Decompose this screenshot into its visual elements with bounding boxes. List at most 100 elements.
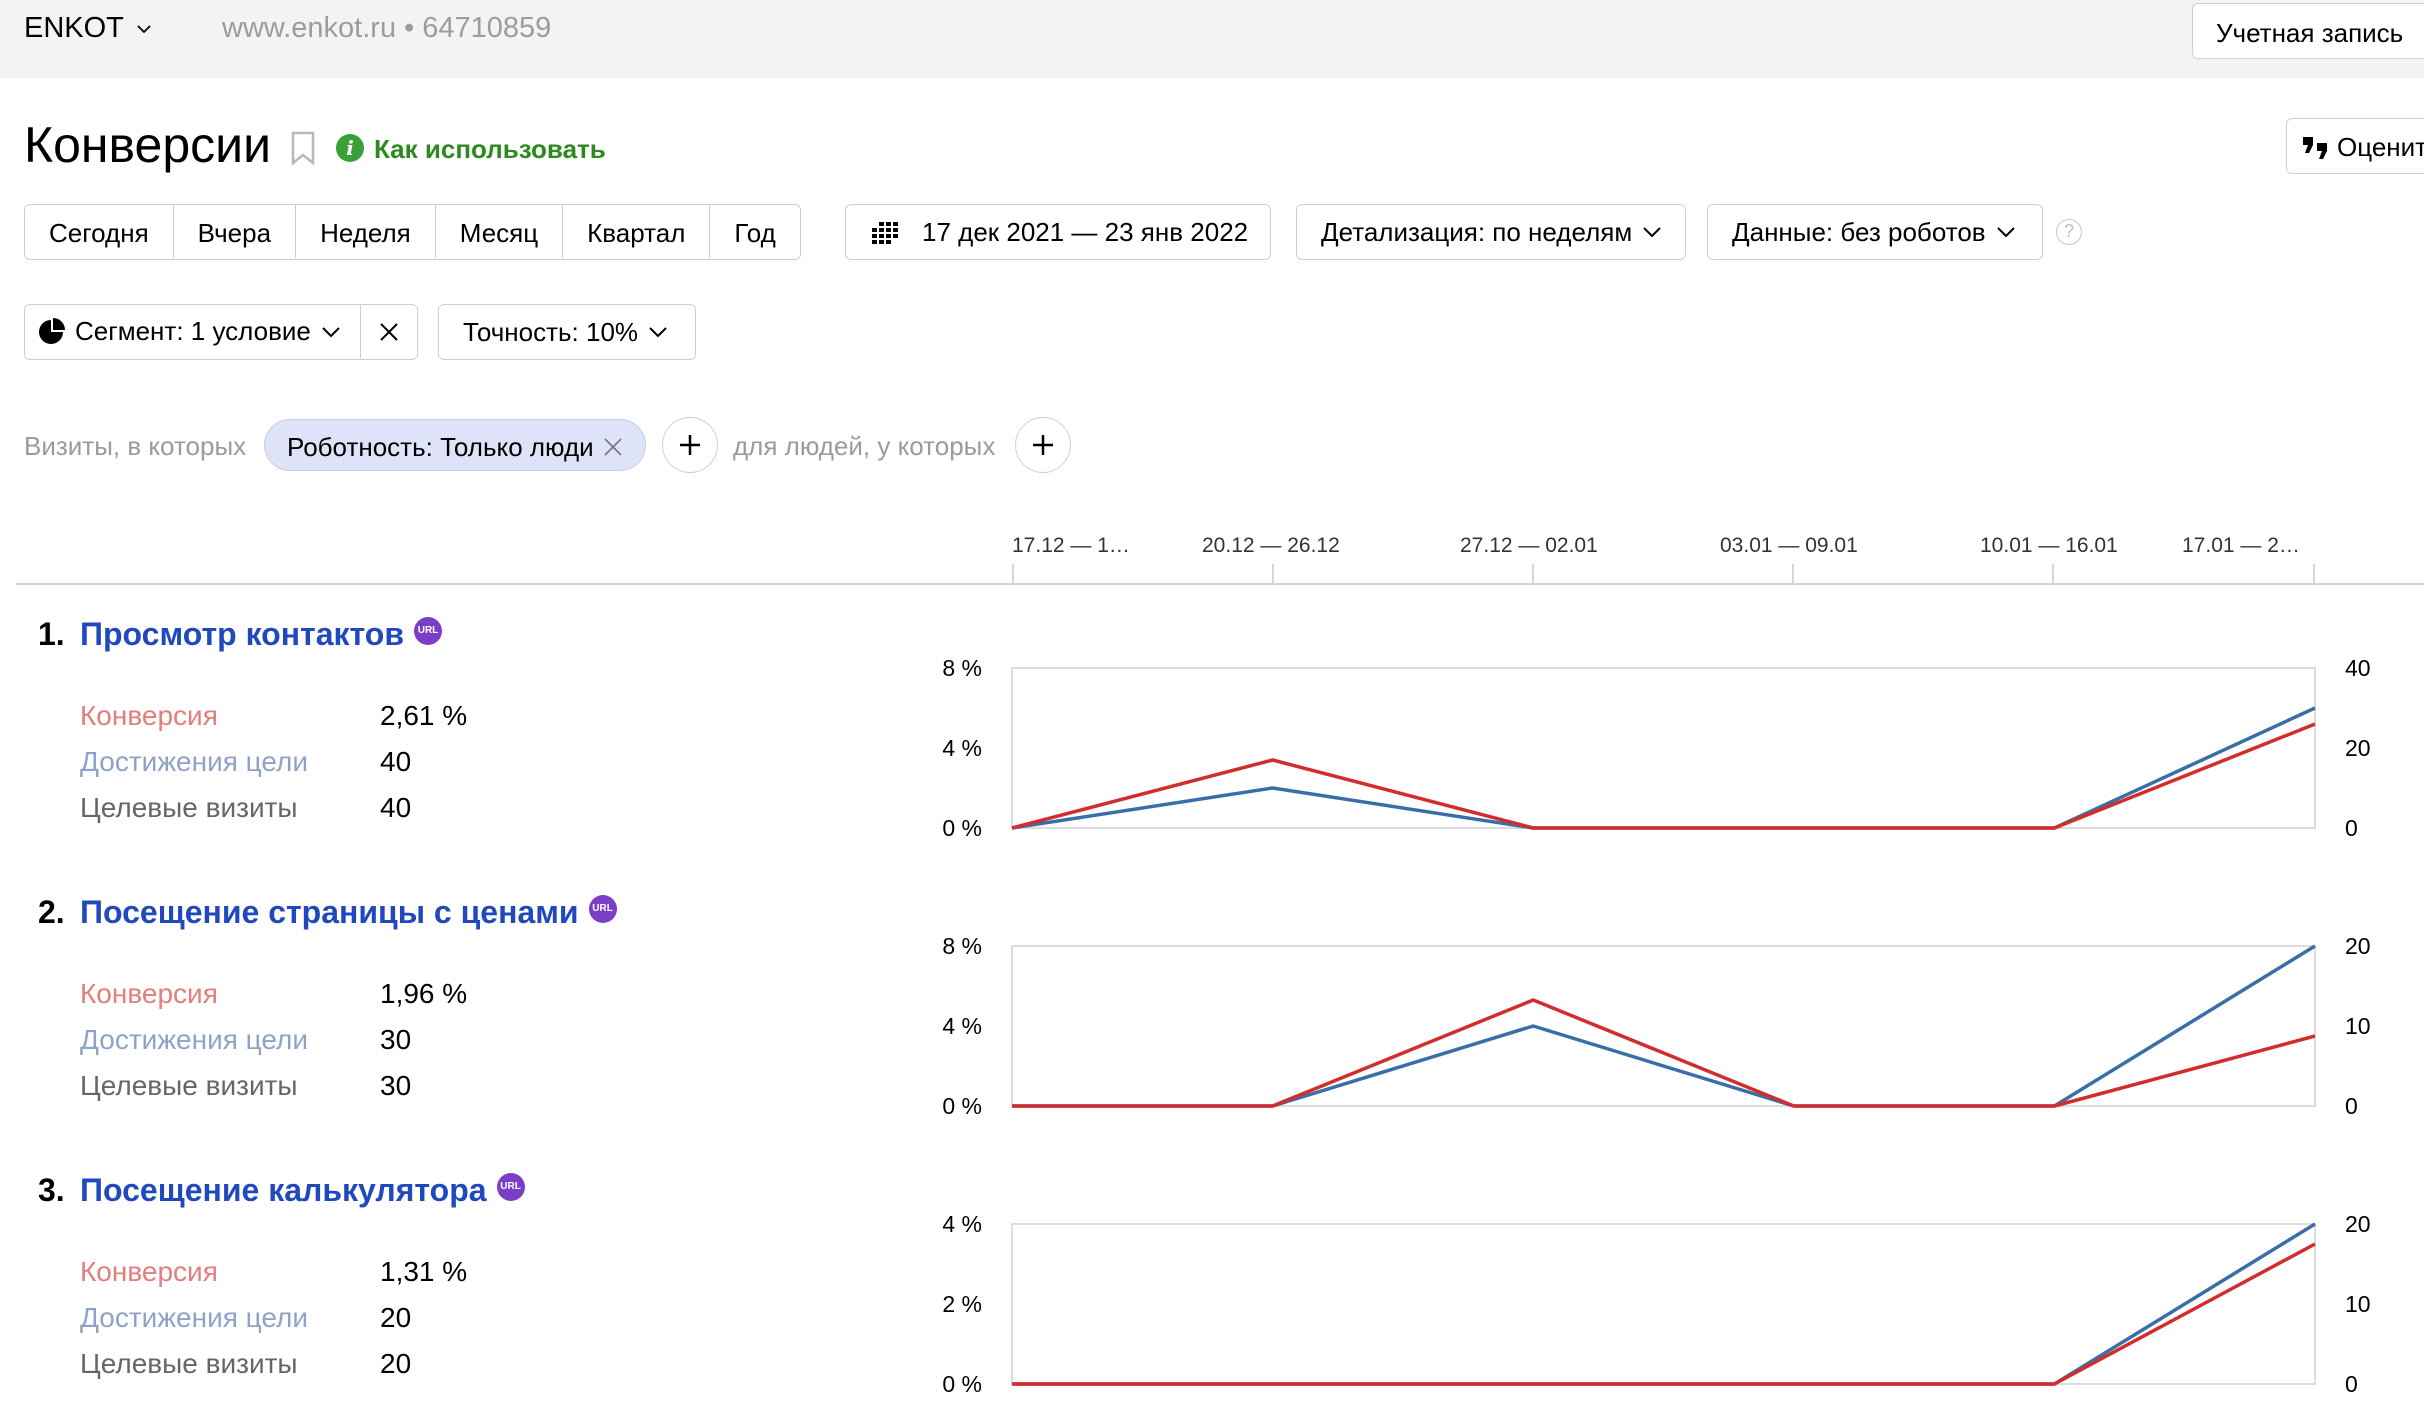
- goal-chart: 0 % 4 % 8 % 0 20 40: [942, 655, 2371, 841]
- right-axis-tick-label: 0: [2345, 1093, 2358, 1119]
- metric-label-target-visits: Целевые визиты: [80, 1070, 298, 1101]
- date-range-button[interactable]: 17 дек 2021 — 23 янв 2022: [845, 204, 1271, 260]
- visits-filter-label: Визиты, в которых: [24, 431, 247, 461]
- date-range-label: 17 дек 2021 — 23 янв 2022: [922, 216, 1249, 247]
- rate-button[interactable]: Оценит: [2286, 118, 2424, 174]
- left-axis-tick-label: 0 %: [942, 815, 982, 841]
- visits-series-line: [1012, 1222, 2316, 1386]
- add-people-condition-button[interactable]: [1015, 417, 1071, 473]
- metric-label-conversion: Конверсия: [80, 1256, 218, 1287]
- goal-number: 2.: [38, 894, 65, 930]
- period-yesterday-button[interactable]: Вчера: [174, 205, 297, 258]
- help-icon[interactable]: ?: [2056, 219, 2082, 245]
- segment-button[interactable]: Сегмент: 1 условие: [25, 305, 361, 358]
- right-axis-tick-label: 20: [2345, 933, 2371, 959]
- right-axis-tick-label: 0: [2345, 815, 2358, 841]
- week-tick: [1532, 564, 1534, 584]
- week-tick: [2313, 564, 2315, 584]
- week-label: 10.01 — 16.01: [1980, 534, 2118, 557]
- conversion-series-line: [1011, 722, 2316, 830]
- url-badge-icon: URL: [414, 616, 442, 645]
- week-label: 17.12 — 1…: [1012, 534, 1130, 557]
- goal-title-link[interactable]: Посещение страницы с ценами URL: [80, 894, 617, 931]
- pie-chart-icon: [39, 317, 65, 344]
- period-quarter-button[interactable]: Квартал: [563, 205, 711, 258]
- metric-label-goal-reaches: Достижения цели: [80, 746, 309, 777]
- data-filter-dropdown[interactable]: Данные: без роботов: [1707, 204, 2043, 260]
- data-filter-label: Данные: без роботов: [1732, 216, 1986, 247]
- url-badge-icon: URL: [496, 1172, 525, 1201]
- goal-title-link[interactable]: Просмотр контактов URL: [80, 616, 442, 653]
- site-url-text: www.enkot.ru: [222, 12, 397, 44]
- plus-icon: [680, 435, 700, 455]
- week-label: 20.12 — 26.12: [1202, 534, 1340, 557]
- rate-label: Оценит: [2337, 132, 2424, 162]
- period-year-button[interactable]: Год: [710, 205, 799, 258]
- close-icon: [380, 322, 398, 341]
- metric-label-conversion: Конверсия: [80, 978, 218, 1009]
- period-today-button[interactable]: Сегодня: [25, 205, 174, 258]
- period-selector: Сегодня Вчера Неделя Месяц Квартал Год: [24, 204, 801, 260]
- accuracy-label: Точность: 10%: [463, 316, 639, 347]
- metric-value-conversion: 1,31 %: [380, 1256, 468, 1287]
- remove-icon[interactable]: [603, 437, 623, 457]
- chevron-down-icon: [1996, 227, 2015, 238]
- people-filter-label: для людей, у которых: [733, 431, 996, 461]
- metric-value-goal-reaches: 20: [380, 1302, 412, 1333]
- url-badge-icon: URL: [588, 894, 617, 923]
- chart-frame: [1011, 1223, 2316, 1385]
- goal-number: 1.: [38, 616, 65, 652]
- accuracy-dropdown[interactable]: Точность: 10%: [438, 304, 696, 360]
- bookmark-icon[interactable]: [290, 130, 316, 166]
- goal-number: 3.: [38, 1172, 65, 1208]
- goal-chart: 0 % 2 % 4 % 0 10 20: [942, 1211, 2371, 1397]
- chevron-down-icon: [137, 24, 151, 33]
- conversion-series-line: [1012, 998, 2316, 1108]
- chevron-down-icon: [649, 327, 667, 338]
- right-axis-tick-label: 10: [2345, 1013, 2371, 1039]
- segment-label: Сегмент: 1 условие: [75, 316, 311, 346]
- period-month-button[interactable]: Месяц: [436, 205, 564, 258]
- calendar-icon: [872, 222, 898, 244]
- week-tick: [1272, 564, 1274, 584]
- metric-value-target-visits: 40: [380, 792, 412, 823]
- week-label: 27.12 — 02.01: [1460, 534, 1598, 557]
- metric-label-goal-reaches: Достижения цели: [80, 1302, 309, 1333]
- chart-frame: [1011, 945, 2316, 1107]
- metric-value-goal-reaches: 40: [380, 746, 412, 777]
- right-axis-tick-label: 40: [2345, 655, 2371, 681]
- visits-series-line: [1012, 944, 2316, 1108]
- metric-value-goal-reaches: 30: [380, 1024, 412, 1055]
- add-visit-condition-button[interactable]: [662, 417, 718, 473]
- account-button[interactable]: Учетная запись: [2192, 3, 2424, 59]
- goal-title-link[interactable]: Посещение калькулятора URL: [80, 1172, 525, 1209]
- week-tick: [2052, 564, 2054, 584]
- goal-chart: 0 % 4 % 8 % 0 10 20: [942, 933, 2371, 1119]
- site-url: www.enkot.ru • 64710859: [222, 12, 551, 45]
- period-week-button[interactable]: Неделя: [296, 205, 436, 258]
- separator: •: [404, 12, 415, 44]
- top-bar: ENKOT www.enkot.ru • 64710859 Учетная запи…: [0, 0, 2424, 78]
- chevron-down-icon: [1643, 227, 1661, 238]
- timeline-divider: [16, 583, 2424, 585]
- left-axis-tick-label: 4 %: [942, 735, 982, 761]
- filter-chip-robots[interactable]: Роботность: Только люди: [264, 419, 646, 471]
- left-axis-tick-label: 8 %: [942, 655, 982, 681]
- counter-id: 64710859: [422, 12, 552, 44]
- chart-frame: [1011, 667, 2316, 829]
- right-axis-tick-label: 20: [2345, 1211, 2371, 1237]
- right-axis-tick-label: 0: [2345, 1371, 2358, 1397]
- page-title: Конверсии: [24, 117, 272, 173]
- conversion-series-line: [1012, 1242, 2316, 1386]
- right-axis-tick-label: 20: [2345, 735, 2371, 761]
- metric-value-conversion: 2,61 %: [380, 700, 468, 731]
- site-selector[interactable]: ENKOT: [24, 12, 152, 45]
- how-to-use-link[interactable]: Как использовать: [374, 134, 606, 165]
- goal-title-text: Просмотр контактов: [80, 616, 404, 652]
- plus-icon: [1033, 435, 1053, 455]
- week-label: 03.01 — 09.01: [1720, 534, 1858, 557]
- left-axis-tick-label: 4 %: [942, 1211, 982, 1237]
- metric-value-conversion: 1,96 %: [380, 978, 468, 1009]
- detail-dropdown[interactable]: Детализация: по неделям: [1296, 204, 1686, 260]
- segment-clear-button[interactable]: [361, 305, 417, 358]
